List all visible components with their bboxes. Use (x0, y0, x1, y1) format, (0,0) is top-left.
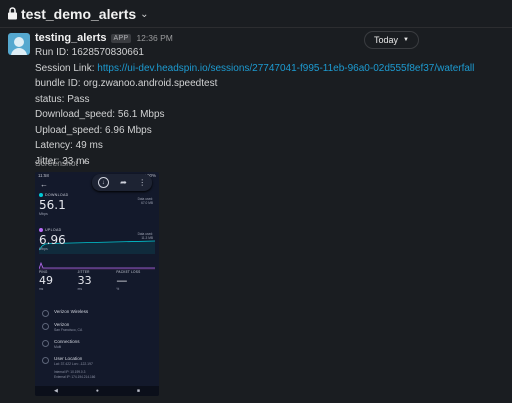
caret-down-icon: ▼ (82, 160, 88, 166)
message-meta: testing_alerts APP 12:36 PM (35, 31, 173, 45)
message: testing_alerts APP 12:36 PM Today ▼ Run … (0, 28, 512, 403)
provider-icon (42, 310, 49, 317)
screenshot-label: Screenshot (35, 158, 78, 168)
bundle-id: bundle ID: org.zwanoo.android.speedtest (35, 78, 218, 89)
upload-metric: UPLOAD 6.96 Mbps Data used: 11.3 MB (39, 228, 155, 251)
connections-icon (42, 340, 49, 347)
avatar[interactable] (8, 33, 30, 55)
app-badge: APP (110, 33, 132, 43)
nav-home-icon: ● (95, 388, 99, 394)
ping-stat: PING 49 ms (39, 270, 53, 291)
share-icon[interactable]: ➦ (120, 178, 127, 187)
date-label: Today (374, 35, 399, 45)
message-timestamp[interactable]: 12:36 PM (136, 33, 172, 43)
upload-speed: Upload_speed: 6.96 Mbps (35, 124, 152, 136)
server-icon (42, 323, 49, 330)
upload-unit: Mbps (39, 247, 48, 251)
phone-nav-bar: ◀ ● ■ (35, 386, 159, 396)
session-link-line: Session Link: https://ui-dev.headspin.io… (35, 61, 474, 77)
more-icon[interactable]: ⋮ (138, 178, 146, 187)
server-row: Verizon San Francisco, CA (42, 322, 152, 332)
upload-data-used: Data used: 11.3 MB (137, 232, 153, 241)
download-dot-icon (39, 193, 43, 197)
upload-graph (39, 261, 155, 270)
session-link-prefix: Session Link: (35, 62, 98, 74)
jitter-stat: JITTER 33 ms (77, 270, 92, 291)
status: status: Pass (35, 93, 90, 105)
run-id: Run ID: 1628570830661 (35, 47, 144, 58)
download-speed: Download_speed: 56.1 Mbps (35, 109, 165, 120)
lock-icon (8, 7, 17, 20)
location-row: User Location Lat: 37.422 Lon: -122.197 … (42, 356, 152, 379)
download-metric: DOWNLOAD 56.1 Mbps Data used: 67.0 MB (39, 193, 155, 216)
screenshot-toggle[interactable]: Screenshot ▼ (35, 158, 88, 168)
back-arrow-icon: ← (40, 180, 48, 189)
download-unit: Mbps (39, 212, 48, 216)
upload-label: UPLOAD (45, 228, 62, 232)
location-icon (42, 357, 49, 364)
download-label: DOWNLOAD (45, 193, 69, 197)
download-icon[interactable]: ↓ (97, 177, 109, 188)
upload-dot-icon (39, 228, 43, 232)
connections-row: Connections Multi (42, 339, 152, 349)
channel-name[interactable]: test_demo_alerts (21, 6, 136, 22)
session-link[interactable]: https://ui-dev.headspin.io/sessions/2774… (97, 63, 474, 74)
nav-recents-icon: ■ (136, 388, 140, 394)
phone-time: 11:58 (38, 173, 49, 178)
latency: Latency: 49 ms (35, 140, 103, 151)
latency-stats: PING 49 ms JITTER 33 ms PACKET LOSS — % (39, 270, 155, 298)
nav-back-icon: ◀ (54, 388, 58, 394)
packet-loss-stat: PACKET LOSS — % (116, 270, 141, 291)
screenshot-image[interactable]: 11:58 100% ← ↓ ➦ ⋮ DOWNLOAD 56.1 Mbps Da… (35, 172, 159, 396)
channel-header: test_demo_alerts ⌄ (0, 0, 512, 28)
provider-row: Verizon Wireless (42, 309, 152, 317)
jitter: Jitter: 33 ms (35, 155, 90, 167)
chevron-down-icon[interactable]: ⌄ (140, 9, 148, 20)
message-body: Run ID: 1628570830661 Session Link: http… (35, 45, 474, 169)
sender-name[interactable]: testing_alerts (35, 32, 107, 44)
image-actions: ↓ ➦ ⋮ (92, 174, 152, 191)
chevron-down-icon: ▼ (403, 37, 409, 43)
download-data-used: Data used: 67.0 MB (137, 197, 153, 206)
